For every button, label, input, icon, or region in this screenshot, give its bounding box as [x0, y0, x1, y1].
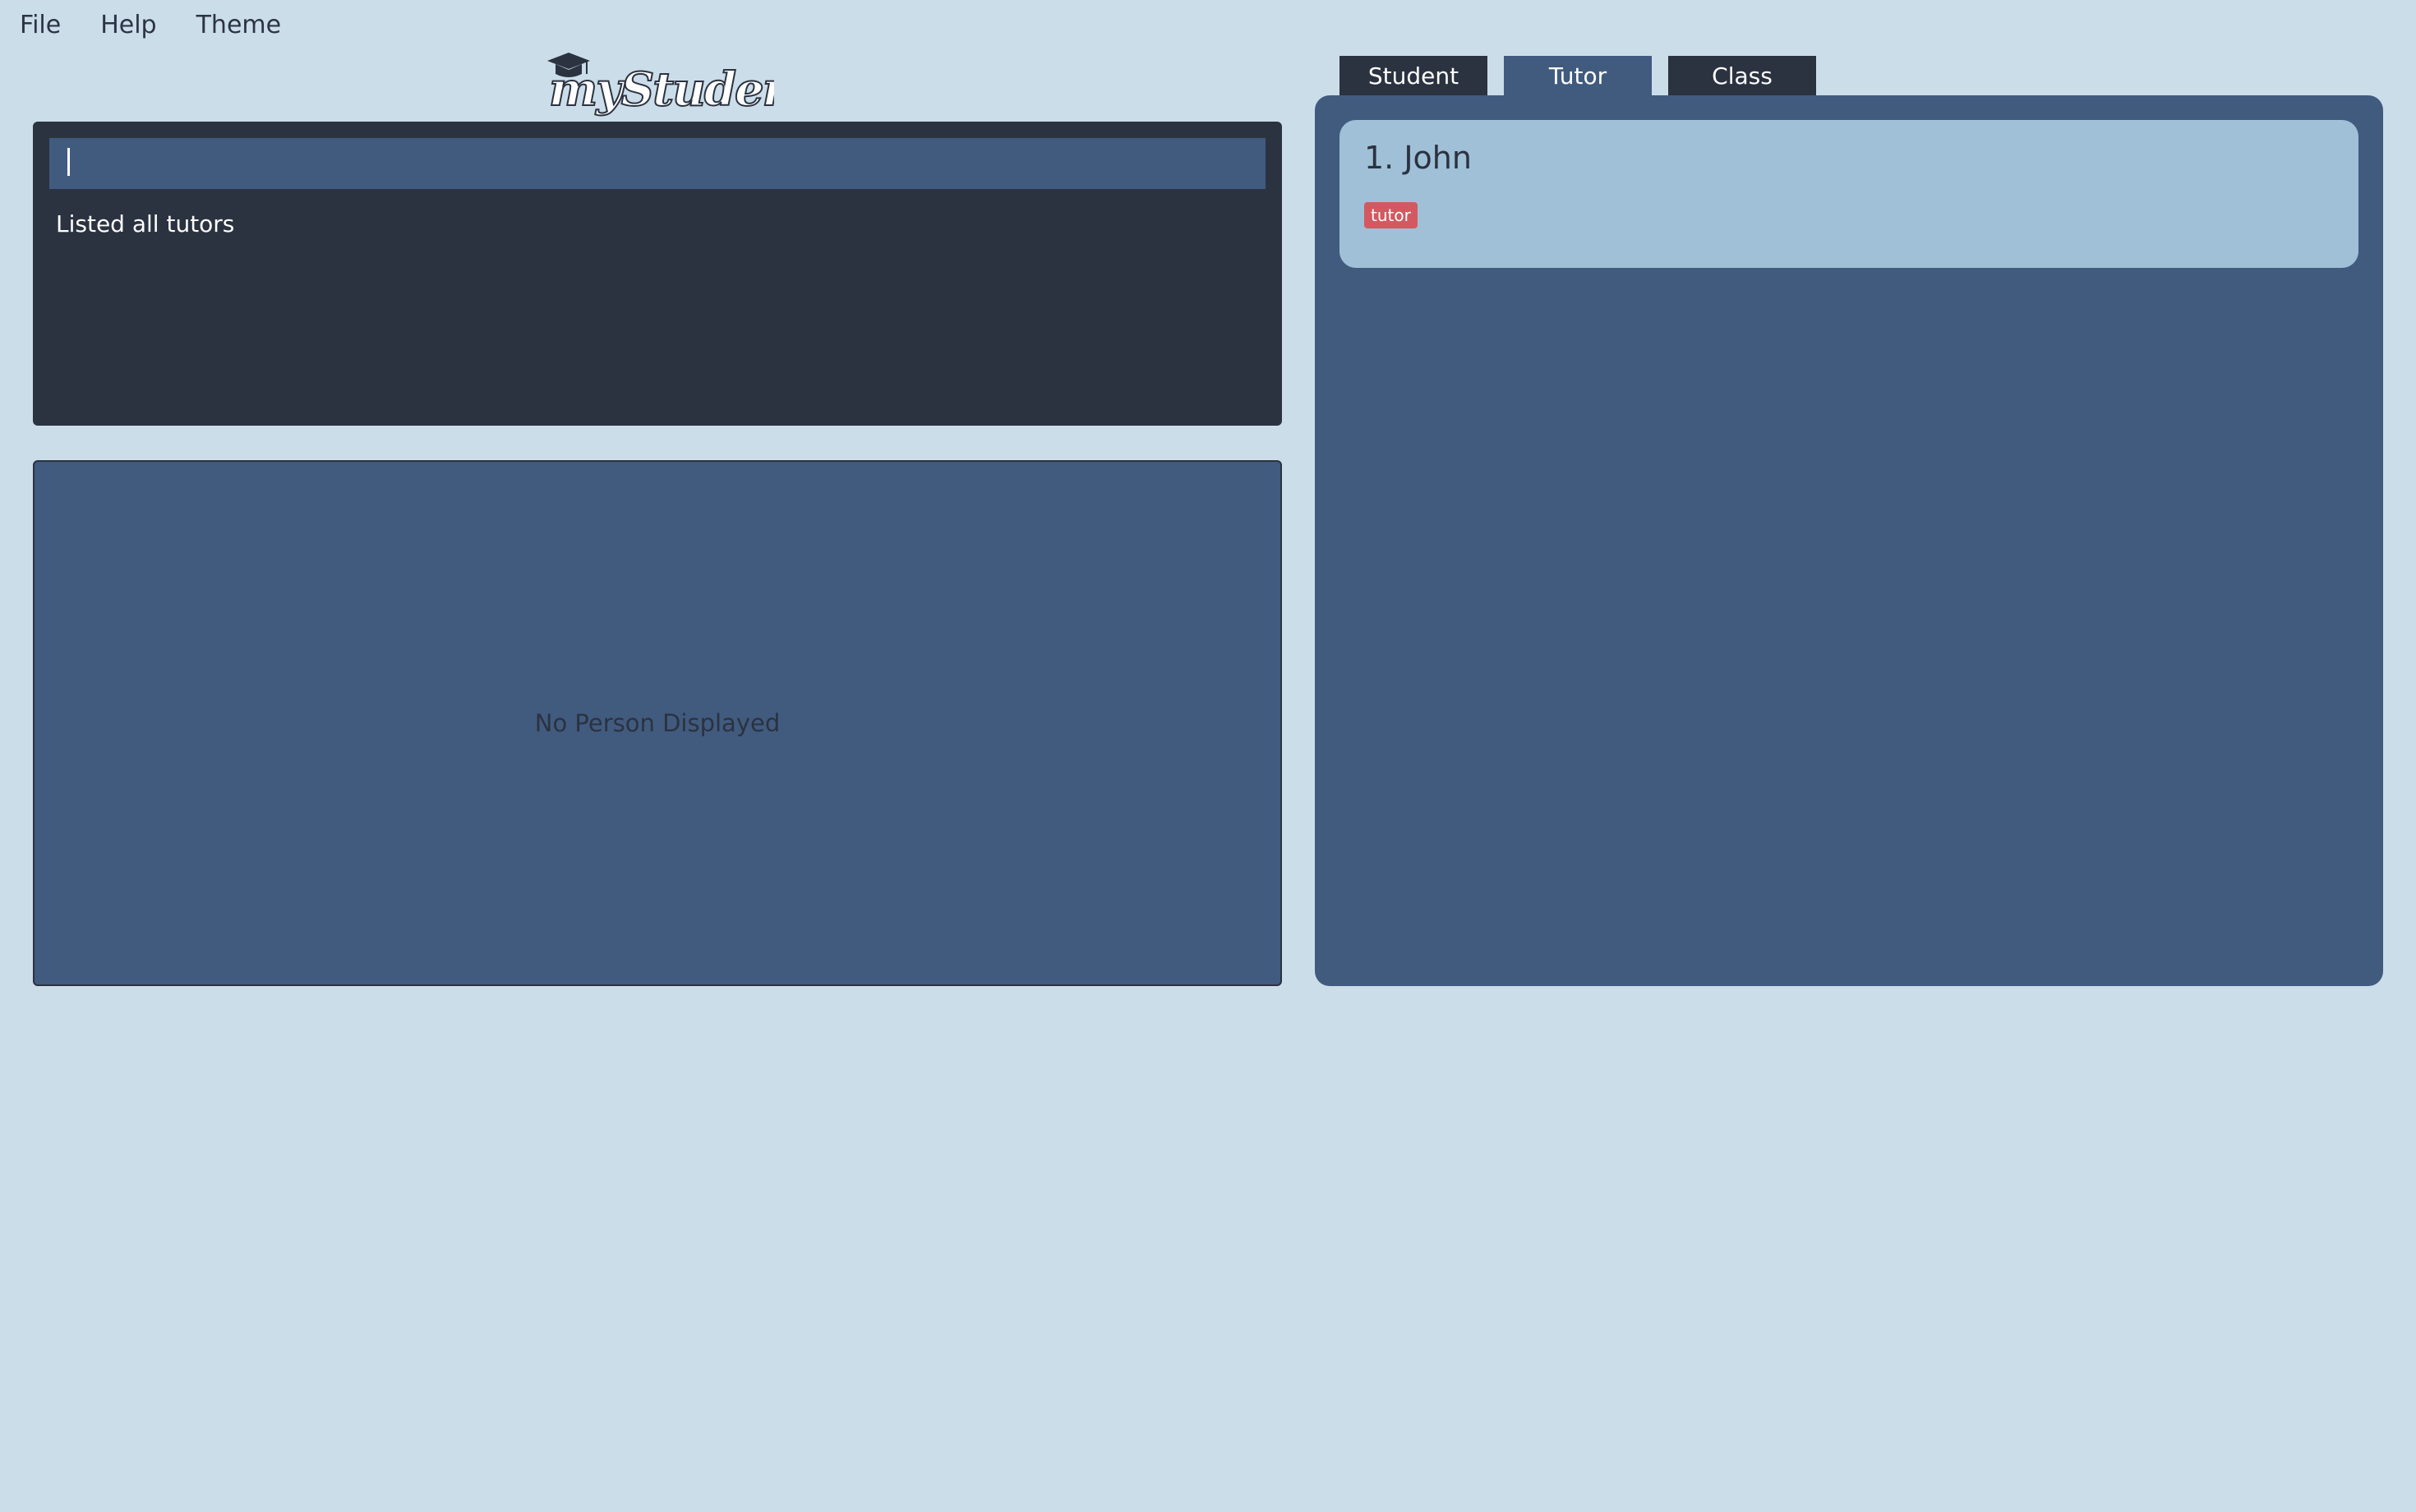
tab-student[interactable]: Student	[1339, 56, 1487, 95]
menu-theme[interactable]: Theme	[177, 0, 301, 51]
logo-text: myStudent	[549, 62, 774, 117]
command-input[interactable]	[49, 138, 1266, 189]
command-panel: Listed all tutors	[33, 122, 1282, 426]
person-card[interactable]: 1. John tutor	[1339, 120, 2358, 268]
no-person-label: No Person Displayed	[534, 709, 781, 737]
person-detail-panel: No Person Displayed	[33, 460, 1282, 986]
person-list-panel: 1. John tutor	[1315, 95, 2383, 986]
menu-help[interactable]: Help	[81, 0, 176, 51]
person-name: 1. John	[1364, 140, 1472, 176]
app-logo: myStudent	[544, 48, 774, 120]
tag-badge: tutor	[1364, 202, 1418, 228]
tab-tutor[interactable]: Tutor	[1504, 56, 1652, 95]
tab-bar: Student Tutor Class	[1339, 56, 1816, 95]
result-display: Listed all tutors	[56, 210, 235, 237]
tab-class[interactable]: Class	[1668, 56, 1816, 95]
app-window: File Help Theme myStudent Listed all tut…	[0, 0, 2416, 1512]
menu-bar: File Help Theme	[0, 0, 301, 51]
menu-file[interactable]: File	[0, 0, 81, 51]
logo-graphic: myStudent	[547, 53, 774, 118]
text-caret	[67, 148, 70, 176]
